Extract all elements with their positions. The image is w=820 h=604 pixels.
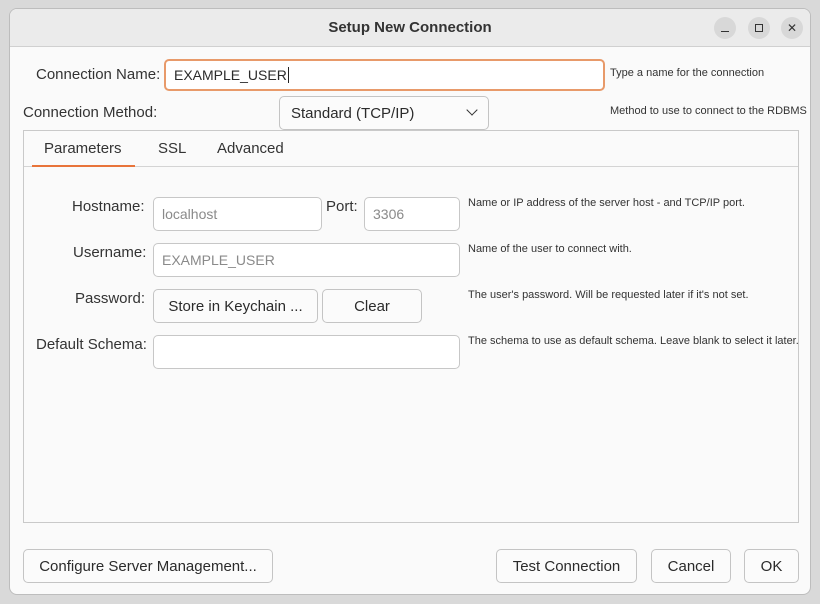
hostname-label: Hostname:	[72, 198, 145, 215]
connection-method-select[interactable]: Standard (TCP/IP)	[279, 96, 489, 130]
port-input[interactable]: 3306	[364, 197, 460, 231]
chevron-down-icon	[466, 104, 478, 116]
username-input[interactable]: EXAMPLE_USER	[153, 243, 460, 277]
default-schema-input[interactable]	[153, 335, 460, 369]
ok-button[interactable]: OK	[744, 549, 799, 583]
port-value: 3306	[373, 206, 405, 222]
default-schema-hint: The schema to use as default schema. Lea…	[468, 335, 799, 347]
tab-advanced[interactable]: Advanced	[217, 140, 284, 157]
close-icon: ✕	[786, 21, 798, 35]
default-schema-label: Default Schema:	[36, 336, 147, 353]
store-in-keychain-button[interactable]: Store in Keychain ...	[153, 289, 318, 323]
password-hint: The user's password. Will be requested l…	[468, 289, 749, 301]
connection-name-input[interactable]: EXAMPLE_USER	[164, 59, 605, 91]
text-caret	[287, 67, 289, 83]
tab-bar: Parameters SSL Advanced	[24, 131, 798, 167]
tab-ssl[interactable]: SSL	[158, 140, 186, 157]
maximize-button[interactable]	[748, 17, 770, 39]
cancel-button[interactable]: Cancel	[651, 549, 731, 583]
tab-parameters[interactable]: Parameters	[44, 140, 122, 157]
hostname-hint: Name or IP address of the server host - …	[468, 197, 745, 209]
password-label: Password:	[75, 290, 146, 307]
hostname-value: localhost	[162, 206, 218, 222]
port-label: Port:	[326, 198, 358, 215]
username-hint: Name of the user to connect with.	[468, 243, 632, 255]
username-label: Username:	[73, 244, 147, 261]
configure-server-management-button[interactable]: Configure Server Management...	[23, 549, 273, 583]
connection-method-hint: Method to use to connect to the RDBMS	[610, 105, 807, 117]
connection-name-label: Connection Name:	[36, 66, 161, 83]
username-value: EXAMPLE_USER	[162, 252, 275, 268]
test-connection-button[interactable]: Test Connection	[496, 549, 637, 583]
minimize-button[interactable]	[714, 17, 736, 39]
maximize-icon	[755, 24, 763, 32]
window-title: Setup New Connection	[328, 19, 492, 36]
clear-password-button[interactable]: Clear	[322, 289, 422, 323]
tab-panel: Parameters SSL Advanced Hostname: localh…	[23, 130, 799, 523]
minimize-icon	[721, 30, 729, 32]
title-bar: Setup New Connection ✕	[10, 9, 810, 47]
hostname-input[interactable]: localhost	[153, 197, 322, 231]
connection-name-hint: Type a name for the connection	[610, 67, 765, 79]
close-button[interactable]: ✕	[781, 17, 803, 39]
connection-method-value: Standard (TCP/IP)	[291, 104, 415, 122]
connection-method-label: Connection Method:	[23, 104, 158, 121]
dialog-window: Setup New Connection ✕ Connection Name: …	[9, 8, 811, 595]
connection-name-value: EXAMPLE_USER	[174, 67, 287, 83]
active-tab-indicator	[32, 165, 135, 167]
